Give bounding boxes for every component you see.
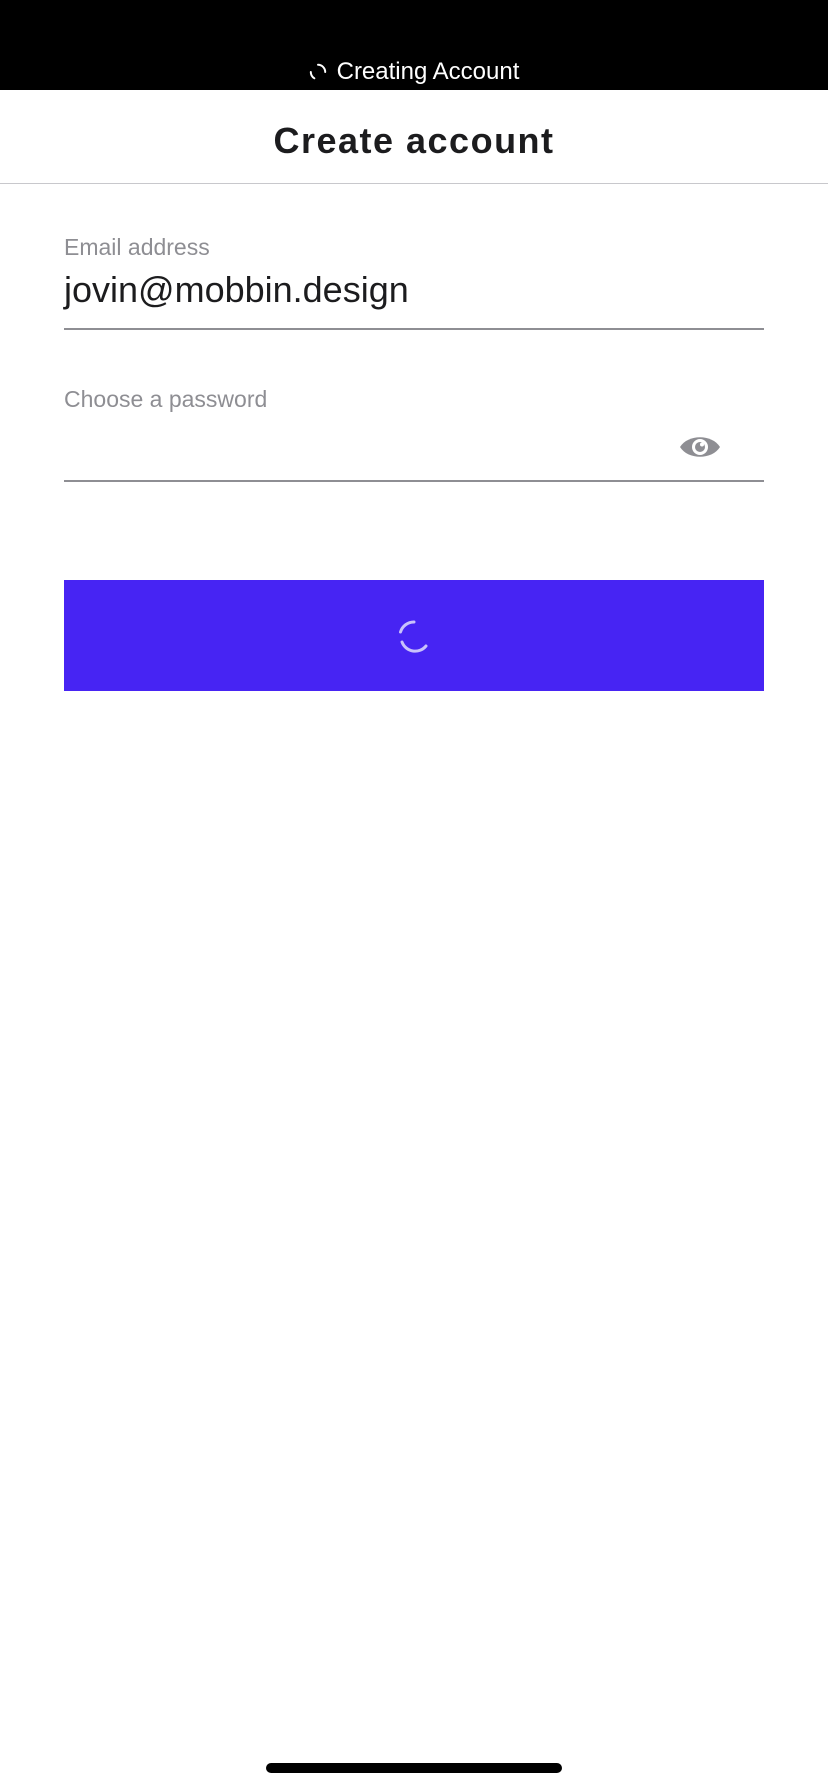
- eye-icon[interactable]: [678, 432, 722, 462]
- spinner-icon: [309, 63, 326, 80]
- email-underline: [64, 328, 764, 330]
- email-input[interactable]: jovin@mobbin.design: [64, 269, 764, 311]
- status-bar: Creating Account: [0, 0, 828, 90]
- password-underline: [64, 480, 764, 482]
- home-indicator: [266, 1763, 562, 1773]
- password-input[interactable]: [64, 421, 764, 463]
- page-title: Create account: [273, 120, 555, 161]
- create-account-button[interactable]: [64, 580, 764, 691]
- password-label: Choose a password: [64, 386, 268, 412]
- password-field[interactable]: Choose a password: [64, 386, 764, 482]
- status-activity-text: Creating Account: [336, 58, 520, 85]
- status-activity: Creating Account: [0, 58, 828, 86]
- email-label: Email address: [64, 234, 210, 260]
- loading-spinner-icon: [399, 619, 428, 653]
- nav-header: Create account: [0, 90, 828, 184]
- email-field[interactable]: Email address jovin@mobbin.design: [64, 234, 764, 330]
